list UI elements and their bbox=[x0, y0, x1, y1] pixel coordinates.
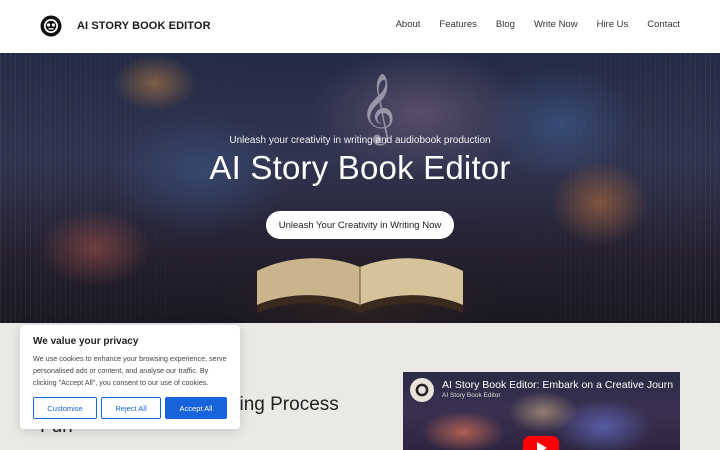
channel-avatar[interactable] bbox=[410, 378, 434, 402]
hero-title: AI Story Book Editor bbox=[209, 149, 511, 186]
cookie-description: We use cookies to enhance your browsing … bbox=[33, 354, 227, 388]
hero-section: 𝄞 Unleash your creativity in writing and… bbox=[0, 53, 720, 323]
open-book-image bbox=[257, 258, 463, 313]
video-channel-name[interactable]: AI Story Book Editor bbox=[442, 392, 501, 399]
logo-text: AI STORY BOOK EDITOR bbox=[77, 20, 211, 32]
cookie-consent-banner: We value your privacy We use cookies to … bbox=[20, 325, 240, 429]
brain-gear-icon bbox=[40, 15, 62, 37]
section-heading: iting Process bbox=[230, 394, 339, 415]
video-embed[interactable]: AI Story Book Editor: Embark on a Creati… bbox=[403, 372, 680, 450]
nav-about[interactable]: About bbox=[396, 19, 421, 30]
brain-gear-icon bbox=[415, 383, 429, 397]
site-header: AI STORY BOOK EDITOR About Features Blog… bbox=[0, 0, 720, 53]
accept-all-button[interactable]: Accept All bbox=[165, 397, 227, 419]
play-icon[interactable] bbox=[523, 436, 559, 450]
hero-cta-button[interactable]: Unleash Your Creativity in Writing Now bbox=[266, 211, 454, 239]
nav-write-now[interactable]: Write Now bbox=[534, 19, 578, 30]
nav-features[interactable]: Features bbox=[439, 19, 477, 30]
hero-subtitle: Unleash your creativity in writing and a… bbox=[229, 135, 491, 146]
nav-hire-us[interactable]: Hire Us bbox=[597, 19, 629, 30]
nav-blog[interactable]: Blog bbox=[496, 19, 515, 30]
cookie-title: We value your privacy bbox=[33, 336, 139, 347]
main-nav: About Features Blog Write Now Hire Us Co… bbox=[396, 19, 680, 30]
video-title[interactable]: AI Story Book Editor: Embark on a Creati… bbox=[442, 379, 673, 391]
treble-clef-icon: 𝄞 bbox=[360, 73, 396, 143]
customise-button[interactable]: Customise bbox=[33, 397, 97, 419]
reject-all-button[interactable]: Reject All bbox=[101, 397, 161, 419]
logo-link[interactable]: AI STORY BOOK EDITOR bbox=[40, 15, 211, 37]
nav-contact[interactable]: Contact bbox=[647, 19, 680, 30]
